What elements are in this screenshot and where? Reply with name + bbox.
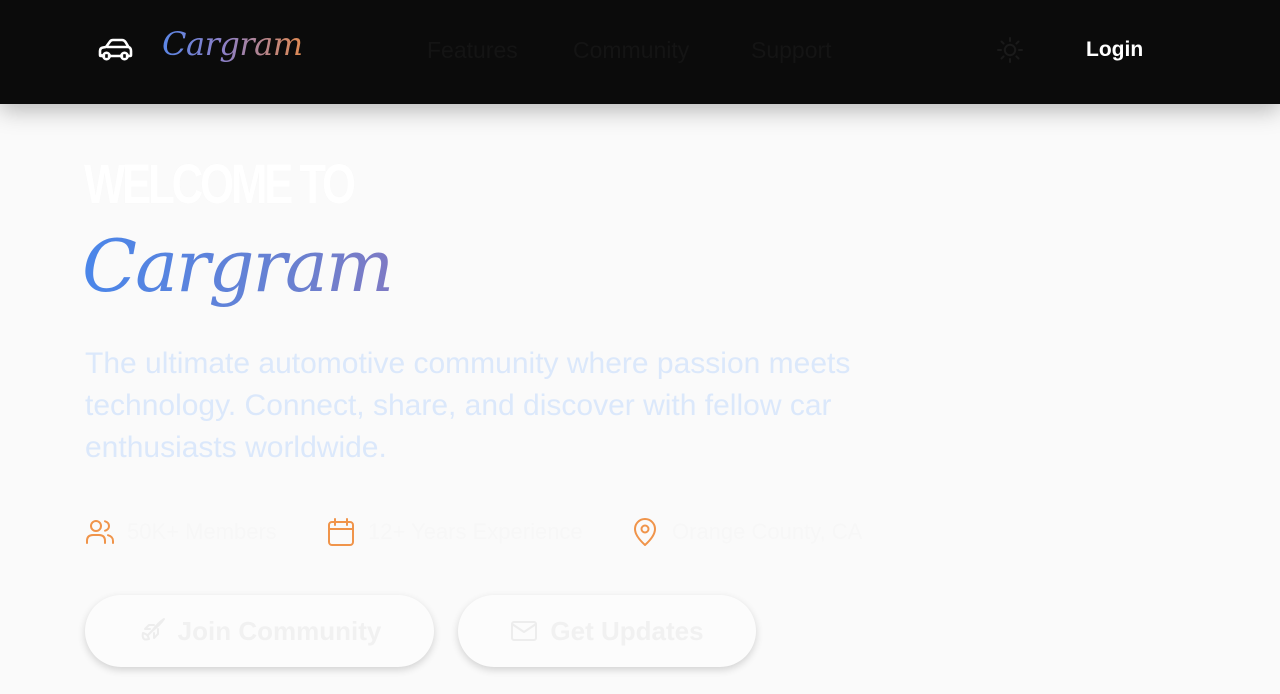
users-icon xyxy=(86,520,114,544)
hero-welcome-heading: WELCOME TO xyxy=(84,152,356,215)
get-updates-button[interactable]: Get Updates xyxy=(458,595,756,667)
rocket-icon xyxy=(141,618,165,641)
login-button[interactable]: Login xyxy=(1086,35,1143,65)
get-updates-label: Get Updates xyxy=(550,615,704,646)
nav-link-support[interactable]: Support xyxy=(751,34,832,66)
stat-experience: 12+ Years Experience xyxy=(326,516,583,548)
brand-logo[interactable]: Cargram xyxy=(162,22,303,66)
hero-description: The ultimate automotive community where … xyxy=(85,347,851,464)
hero-brand-title: Cargram xyxy=(82,218,394,314)
sun-icon[interactable] xyxy=(996,36,1024,64)
car-icon[interactable] xyxy=(96,37,134,63)
nav-link-features[interactable]: Features xyxy=(427,34,518,66)
stat-experience-text: 12+ Years Experience xyxy=(368,519,583,544)
stat-members: 50K+ Members xyxy=(85,516,277,548)
mail-icon xyxy=(511,621,538,641)
join-community-button[interactable]: Join Community xyxy=(85,595,434,667)
nav-link-community[interactable]: Community xyxy=(573,34,689,66)
join-community-label: Join Community xyxy=(177,615,382,646)
stat-location: Orange County, CA xyxy=(630,516,862,548)
stat-members-text: 50K+ Members xyxy=(127,519,277,544)
stat-location-text: Orange County, CA xyxy=(672,519,863,544)
map-pin-icon xyxy=(634,518,656,546)
calendar-icon xyxy=(328,518,354,546)
top-nav: Cargram Features Community Support Login xyxy=(0,0,1280,104)
